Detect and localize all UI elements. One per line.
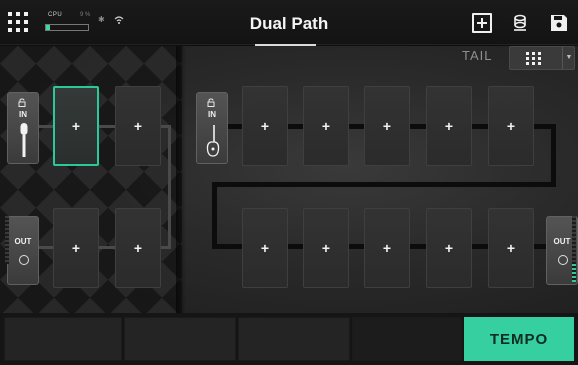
path2-cable-left: [212, 182, 217, 248]
block-slot[interactable]: +: [242, 208, 288, 288]
lock-icon: [18, 98, 26, 107]
output-jack-icon: [558, 255, 568, 265]
lock-icon: [207, 98, 215, 107]
block-slot[interactable]: +: [242, 86, 288, 166]
top-bar: CPU 9 % ✱ Dual Path: [0, 0, 578, 46]
block-slot[interactable]: +: [53, 208, 99, 288]
soft-button[interactable]: [352, 317, 462, 361]
path2-cable-mid: [212, 182, 556, 187]
block-slot[interactable]: +: [115, 86, 161, 166]
soft-button[interactable]: [124, 317, 236, 361]
foam-edge: [176, 46, 186, 313]
footswitch-bar: TEMPO: [0, 313, 578, 365]
output-label: OUT: [14, 237, 32, 246]
input-label: IN: [19, 110, 27, 119]
block-slot[interactable]: +: [488, 208, 534, 288]
block-slot[interactable]: +: [364, 208, 410, 288]
path1-cable-vertical: [168, 125, 171, 248]
block-slot[interactable]: +: [115, 208, 161, 288]
tail-label: TAIL: [462, 48, 493, 63]
tuner-icon[interactable]: [510, 13, 530, 33]
block-slot[interactable]: +: [426, 86, 472, 166]
block-slot[interactable]: +: [426, 208, 472, 288]
block-slot[interactable]: +: [364, 86, 410, 166]
grid-icon: [526, 52, 542, 65]
input-block-1[interactable]: IN: [7, 92, 39, 164]
microphone-icon: [20, 123, 28, 157]
block-slot[interactable]: +: [303, 208, 349, 288]
chevron-down-icon[interactable]: ▼: [562, 47, 575, 69]
block-slot[interactable]: +: [53, 86, 99, 166]
guitar-icon: [206, 125, 220, 157]
path2-cable-right: [551, 124, 556, 186]
block-slot[interactable]: +: [303, 86, 349, 166]
output-block-1[interactable]: OUT: [7, 216, 39, 285]
signal-grid: IN OUT IN OUT TAIL ▼ + + + + + + + + + +…: [0, 46, 578, 313]
tempo-button[interactable]: TEMPO: [464, 317, 574, 361]
soft-button[interactable]: [4, 317, 122, 361]
output-meter-level: [572, 264, 576, 282]
save-icon[interactable]: [549, 13, 569, 33]
soft-button[interactable]: [238, 317, 350, 361]
add-block-icon[interactable]: [472, 13, 492, 33]
block-slot[interactable]: +: [488, 86, 534, 166]
tail-selector[interactable]: ▼: [509, 46, 575, 70]
input-block-2[interactable]: IN: [196, 92, 228, 164]
output-jack-icon: [19, 255, 29, 265]
output-meter: [5, 216, 9, 264]
output-meter: [572, 216, 576, 264]
input-label: IN: [208, 110, 216, 119]
